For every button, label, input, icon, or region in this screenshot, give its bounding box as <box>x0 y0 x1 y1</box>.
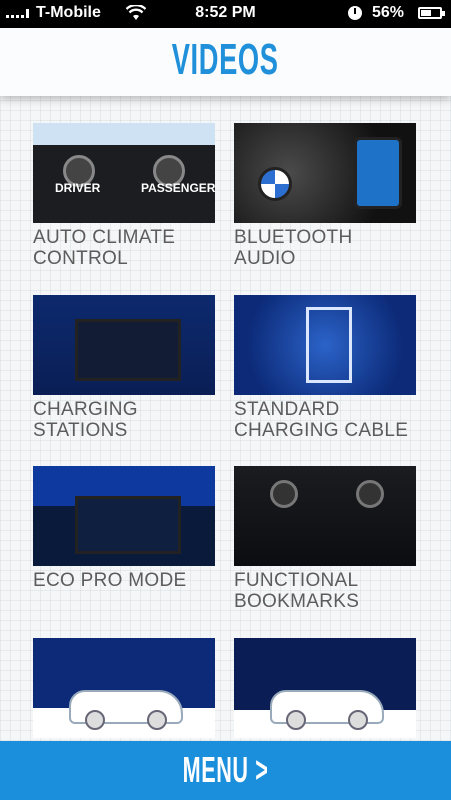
video-item-car-winter[interactable] <box>234 638 416 738</box>
video-item-auto-climate-control[interactable]: DRIVER PASSENGER AUTO CLIMATE CONTROL <box>33 123 215 269</box>
video-grid: DRIVER PASSENGER AUTO CLIMATE CONTROL BLU… <box>0 96 451 741</box>
video-item-charging-stations[interactable]: CHARGING STATIONS <box>33 295 215 441</box>
video-item-eco-pro-mode[interactable]: ECO PRO MODE <box>33 466 215 591</box>
menu-button[interactable]: MENU > <box>0 741 451 800</box>
video-label: ECO PRO MODE <box>33 570 187 591</box>
video-thumbnail[interactable] <box>234 638 416 738</box>
video-item-bluetooth-audio[interactable]: BLUETOOTH AUDIO <box>234 123 416 269</box>
video-thumbnail[interactable] <box>234 123 416 223</box>
video-label: CHARGING STATIONS <box>33 399 138 441</box>
video-label: BLUETOOTH AUDIO <box>234 227 353 269</box>
video-thumbnail[interactable] <box>234 466 416 566</box>
battery-percentage: 56% <box>372 4 405 21</box>
video-item-standard-charging-cable[interactable]: STANDARD CHARGING CABLE <box>234 295 416 441</box>
video-thumbnail[interactable] <box>33 638 215 738</box>
status-bar: T-Mobile 8:52 PM 56% <box>0 0 451 28</box>
page-title: VIDEOS <box>172 35 279 84</box>
video-thumbnail[interactable]: DRIVER PASSENGER <box>33 123 215 223</box>
video-thumbnail[interactable] <box>33 466 215 566</box>
video-item-functional-bookmarks[interactable]: FUNCTIONAL BOOKMARKS <box>234 466 416 612</box>
alarm-clock-icon <box>348 6 362 20</box>
video-label: FUNCTIONAL BOOKMARKS <box>234 570 360 612</box>
video-item-car[interactable] <box>33 638 215 738</box>
header: VIDEOS <box>0 28 451 96</box>
video-thumbnail[interactable] <box>33 295 215 395</box>
menu-label: MENU > <box>182 749 269 790</box>
battery-icon <box>418 7 445 19</box>
video-label: STANDARD CHARGING CABLE <box>234 399 409 441</box>
video-label: AUTO CLIMATE CONTROL <box>33 227 176 269</box>
video-thumbnail[interactable] <box>234 295 416 395</box>
